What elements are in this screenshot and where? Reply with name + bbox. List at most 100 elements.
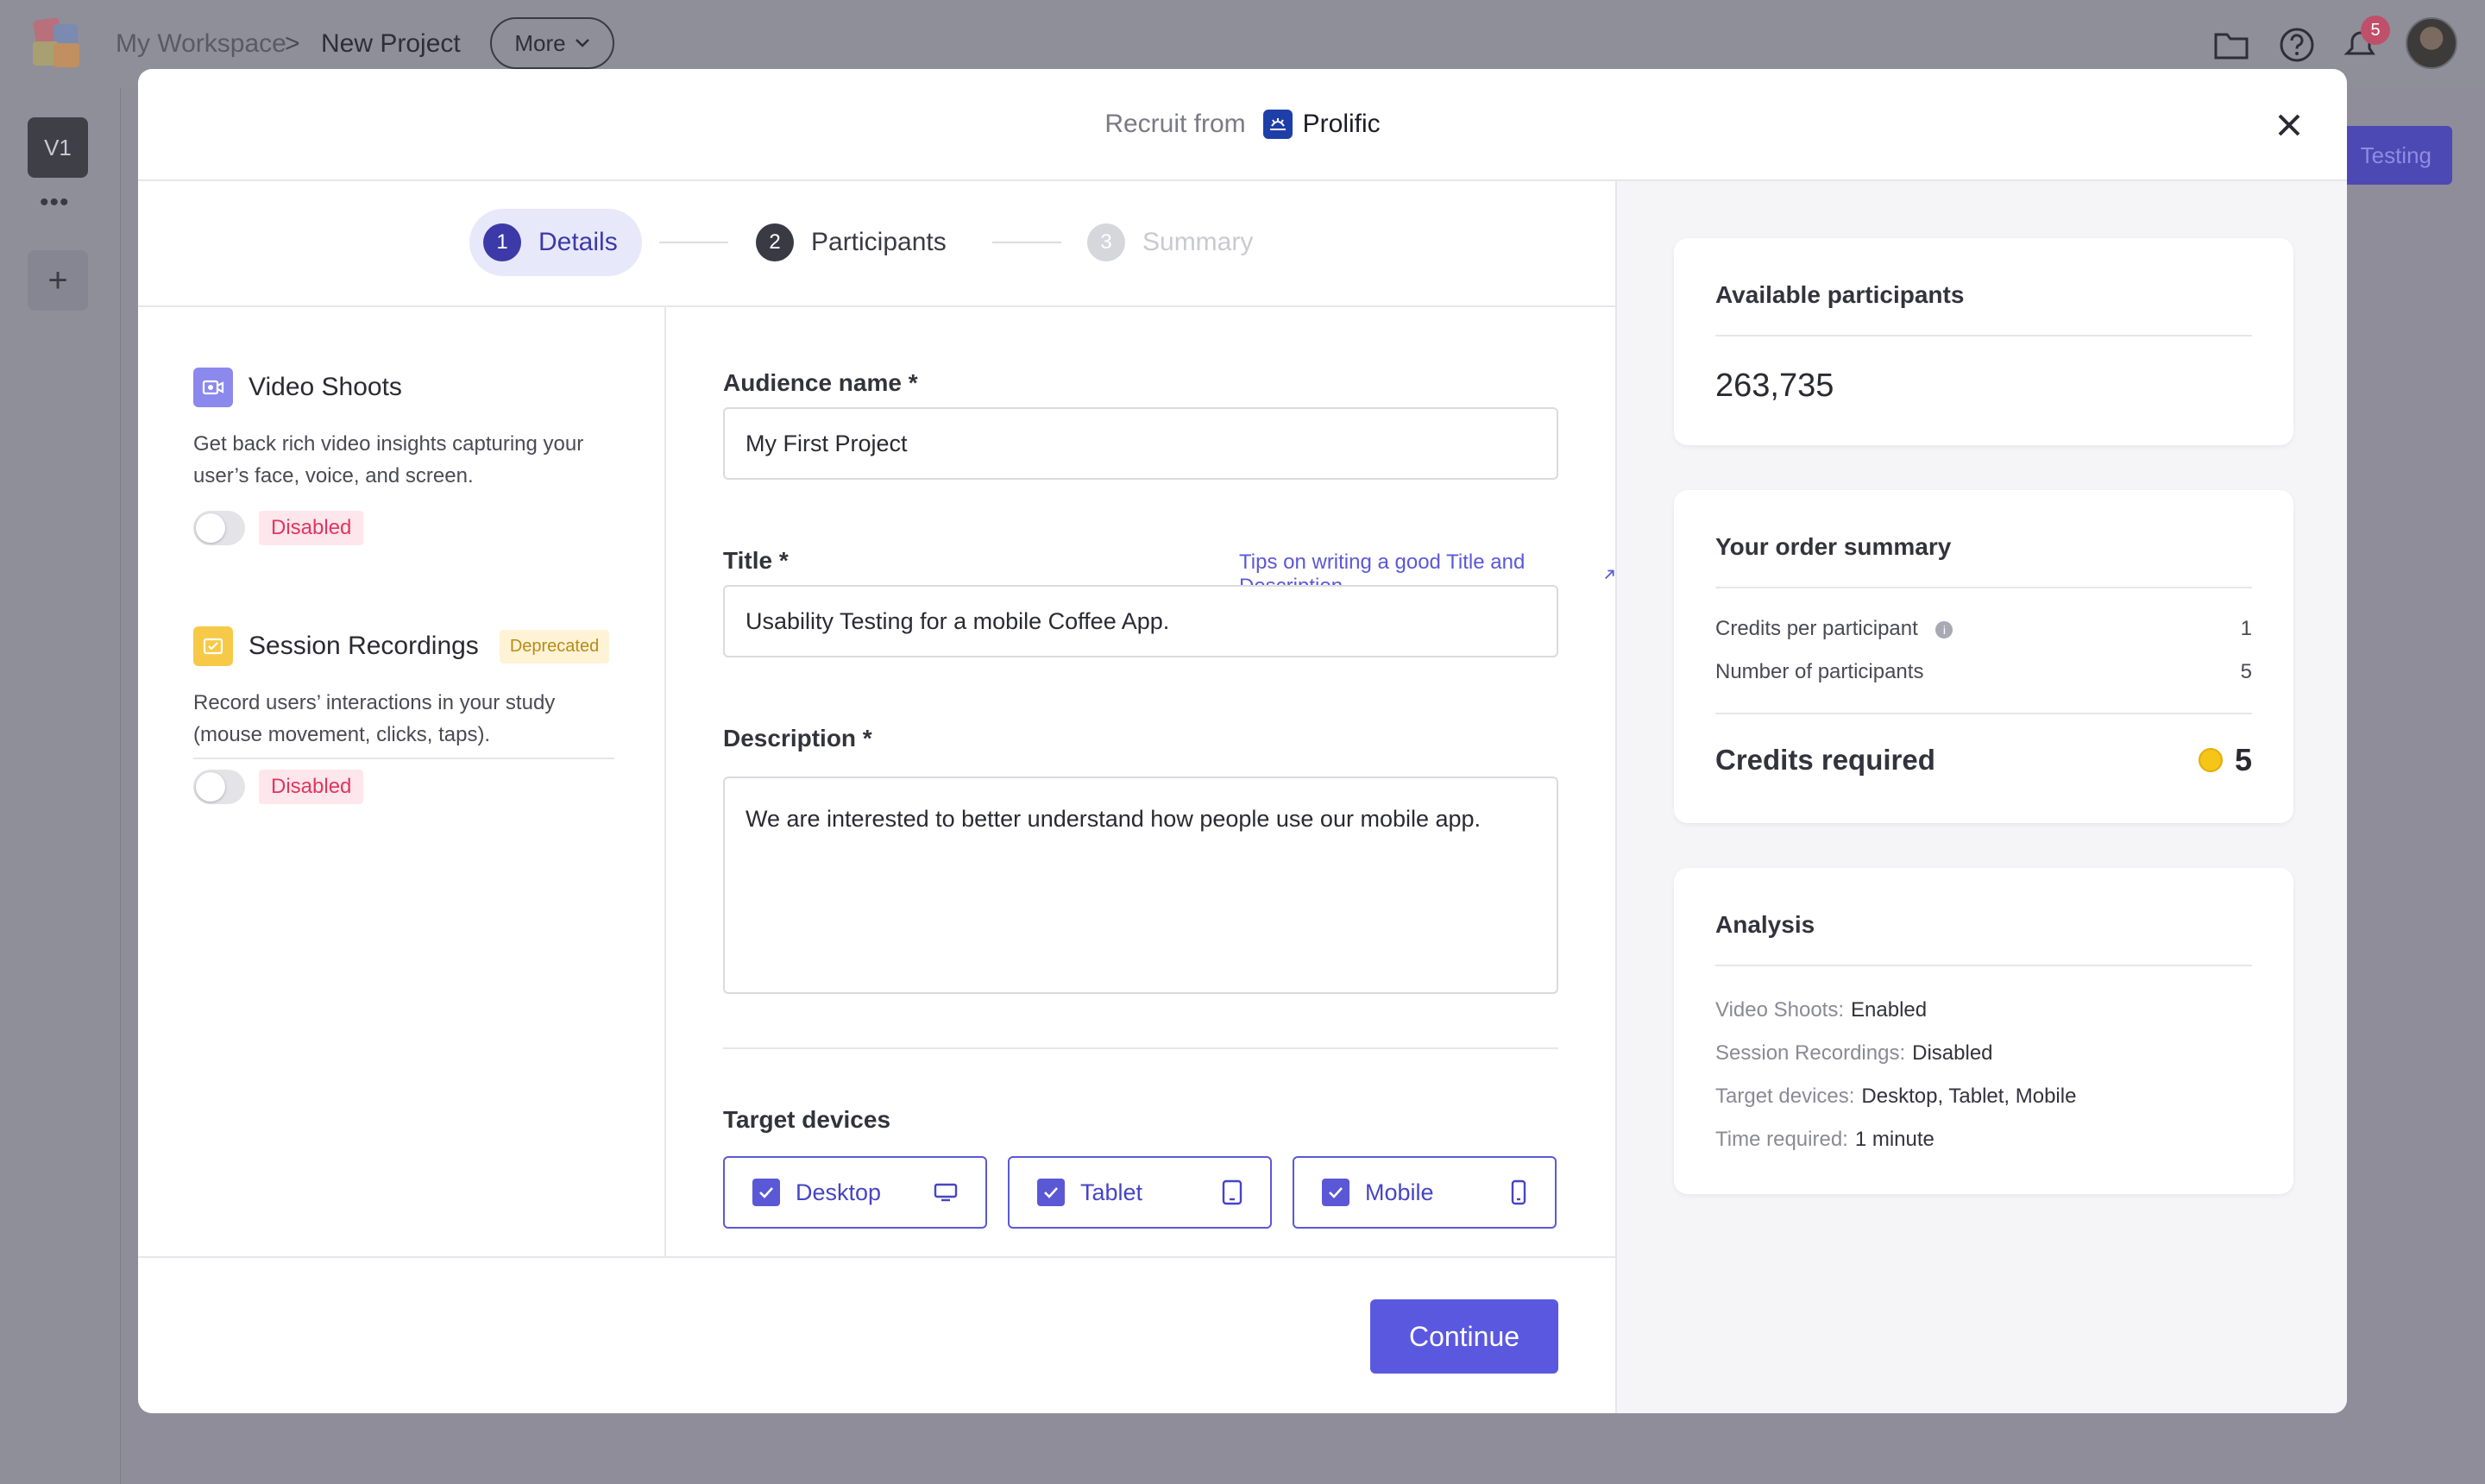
close-icon [2278, 114, 2300, 136]
details-pane: 1 Details 2 Participants 3 Summary Video… [138, 181, 1615, 1413]
analysis-key: Video Shoots: [1715, 998, 1845, 1022]
analysis-row: Video Shoots: Enabled [1715, 989, 2252, 1032]
external-link-icon [1604, 569, 1614, 580]
version-menu-icon[interactable]: ••• [40, 188, 70, 217]
credits-required-value: 5 [2234, 742, 2252, 777]
analysis-card: Analysis Video Shoots: Enabled Session R… [1674, 868, 2293, 1194]
video-camera-icon [193, 368, 233, 407]
title-label: Title * [723, 547, 789, 574]
chevron-down-icon [575, 39, 589, 47]
step-connector [659, 242, 728, 243]
analysis-value: 1 minute [1854, 1128, 1935, 1151]
recording-icon [193, 626, 233, 666]
status-badge: Disabled [259, 511, 364, 545]
form-divider [723, 1047, 1558, 1049]
session-recordings-toggle[interactable] [193, 770, 245, 804]
more-button[interactable]: More [490, 17, 614, 69]
mobile-icon [1511, 1179, 1526, 1205]
feature-title: Video Shoots [248, 373, 402, 401]
device-label: Tablet [1080, 1179, 1143, 1205]
device-option-desktop[interactable]: Desktop [723, 1156, 987, 1229]
summary-row: Credits per participant i 1 [1715, 607, 2252, 651]
step-connector [992, 242, 1061, 243]
summary-row-label: Number of participants [1715, 660, 1924, 683]
add-version-button[interactable]: + [28, 250, 88, 311]
analysis-value: Desktop, Tablet, Mobile [1861, 1085, 2077, 1108]
desktop-icon [934, 1183, 958, 1202]
recruit-from-label: Recruit from [1104, 110, 1246, 138]
analysis-row: Target devices: Desktop, Tablet, Mobile [1715, 1075, 2252, 1118]
audience-name-input[interactable] [723, 407, 1558, 480]
step-number: 2 [756, 223, 794, 261]
device-option-mobile[interactable]: Mobile [1293, 1156, 1557, 1229]
background-cta-button[interactable]: Testing [2330, 126, 2452, 185]
description-textarea[interactable]: We are interested to better understand h… [723, 777, 1558, 994]
credit-coin-icon [2198, 748, 2223, 772]
user-avatar[interactable] [2406, 17, 2457, 69]
summary-row: Number of participants 5 [1715, 651, 2252, 694]
checkbox-checked-icon [752, 1179, 780, 1206]
analysis-value: Enabled [1851, 998, 1928, 1022]
credits-required-label: Credits required [1715, 744, 1935, 776]
stepper: 1 Details 2 Participants 3 Summary [138, 181, 1615, 307]
close-button[interactable] [2269, 105, 2309, 145]
step-details[interactable]: 1 Details [469, 209, 642, 276]
modal-header: Recruit from Prolific [138, 69, 2347, 181]
tablet-icon [1222, 1179, 1242, 1205]
recruit-modal: Recruit from Prolific 1 Details 2 Partic… [138, 69, 2347, 1413]
device-label: Mobile [1365, 1179, 1434, 1205]
analysis-key: Session Recordings: [1715, 1041, 1906, 1065]
device-option-tablet[interactable]: Tablet [1008, 1156, 1272, 1229]
card-title: Available participants [1715, 238, 2252, 336]
credits-required-row: Credits required 5 [1715, 742, 2252, 778]
feature-video-shoots: Video Shoots Get back rich video insight… [193, 368, 614, 545]
step-label: Participants [811, 228, 947, 256]
card-title: Analysis [1715, 868, 2252, 966]
app-logo-icon[interactable] [28, 16, 86, 72]
step-number: 3 [1087, 223, 1125, 261]
continue-button[interactable]: Continue [1370, 1299, 1558, 1374]
description-label: Description * [723, 725, 872, 751]
info-icon[interactable]: i [1935, 620, 1953, 638]
provider-name: Prolific [1302, 110, 1381, 138]
help-icon[interactable] [2278, 26, 2316, 64]
target-devices-label: Target devices [723, 1106, 891, 1133]
status-badge: Disabled [259, 770, 364, 804]
more-button-label: More [514, 29, 566, 56]
analysis-key: Time required: [1715, 1128, 1848, 1151]
summary-row-value: 5 [2240, 660, 2252, 683]
feature-title: Session Recordings [248, 632, 479, 660]
folder-icon[interactable] [2212, 26, 2250, 64]
analysis-row: Session Recordings: Disabled [1715, 1032, 2252, 1075]
feature-description: Record users’ interactions in your study… [193, 691, 556, 746]
available-participants-value: 263,735 [1715, 368, 1834, 404]
feature-description: Get back rich video insights capturing y… [193, 432, 584, 487]
step-number: 1 [483, 223, 521, 261]
video-shoots-toggle[interactable] [193, 511, 245, 545]
deprecated-badge: Deprecated [499, 629, 610, 663]
audience-name-label: Audience name * [723, 369, 918, 396]
checkbox-checked-icon [1322, 1179, 1349, 1206]
card-title: Your order summary [1715, 490, 2252, 588]
step-label: Details [538, 228, 618, 256]
summary-pane: Available participants 263,735 Your orde… [1615, 181, 2347, 1413]
step-summary: 3 Summary [1087, 209, 1253, 276]
title-input[interactable] [723, 585, 1558, 657]
details-form: Audience name * Title * Tips on writing … [666, 307, 1615, 1256]
step-label: Summary [1142, 228, 1254, 256]
analysis-value: Disabled [1912, 1041, 1993, 1065]
modal-footer: Continue [138, 1256, 1615, 1413]
checkbox-checked-icon [1037, 1179, 1065, 1206]
summary-divider [1715, 713, 2252, 714]
analysis-row: Time required: 1 minute [1715, 1118, 2252, 1161]
breadcrumb-separator: > [285, 29, 300, 58]
breadcrumb-workspace[interactable]: My Workspace [116, 29, 286, 59]
step-participants[interactable]: 2 Participants [756, 209, 947, 276]
version-v1-button[interactable]: V1 [28, 117, 88, 178]
notification-count-badge: 5 [2361, 16, 2390, 45]
summary-row-value: 1 [2240, 617, 2252, 640]
order-summary-card: Your order summary Credits per participa… [1674, 490, 2293, 823]
available-participants-card: Available participants 263,735 [1674, 238, 2293, 445]
analysis-key: Target devices: [1715, 1085, 1855, 1108]
breadcrumb-project[interactable]: New Project [321, 29, 461, 59]
